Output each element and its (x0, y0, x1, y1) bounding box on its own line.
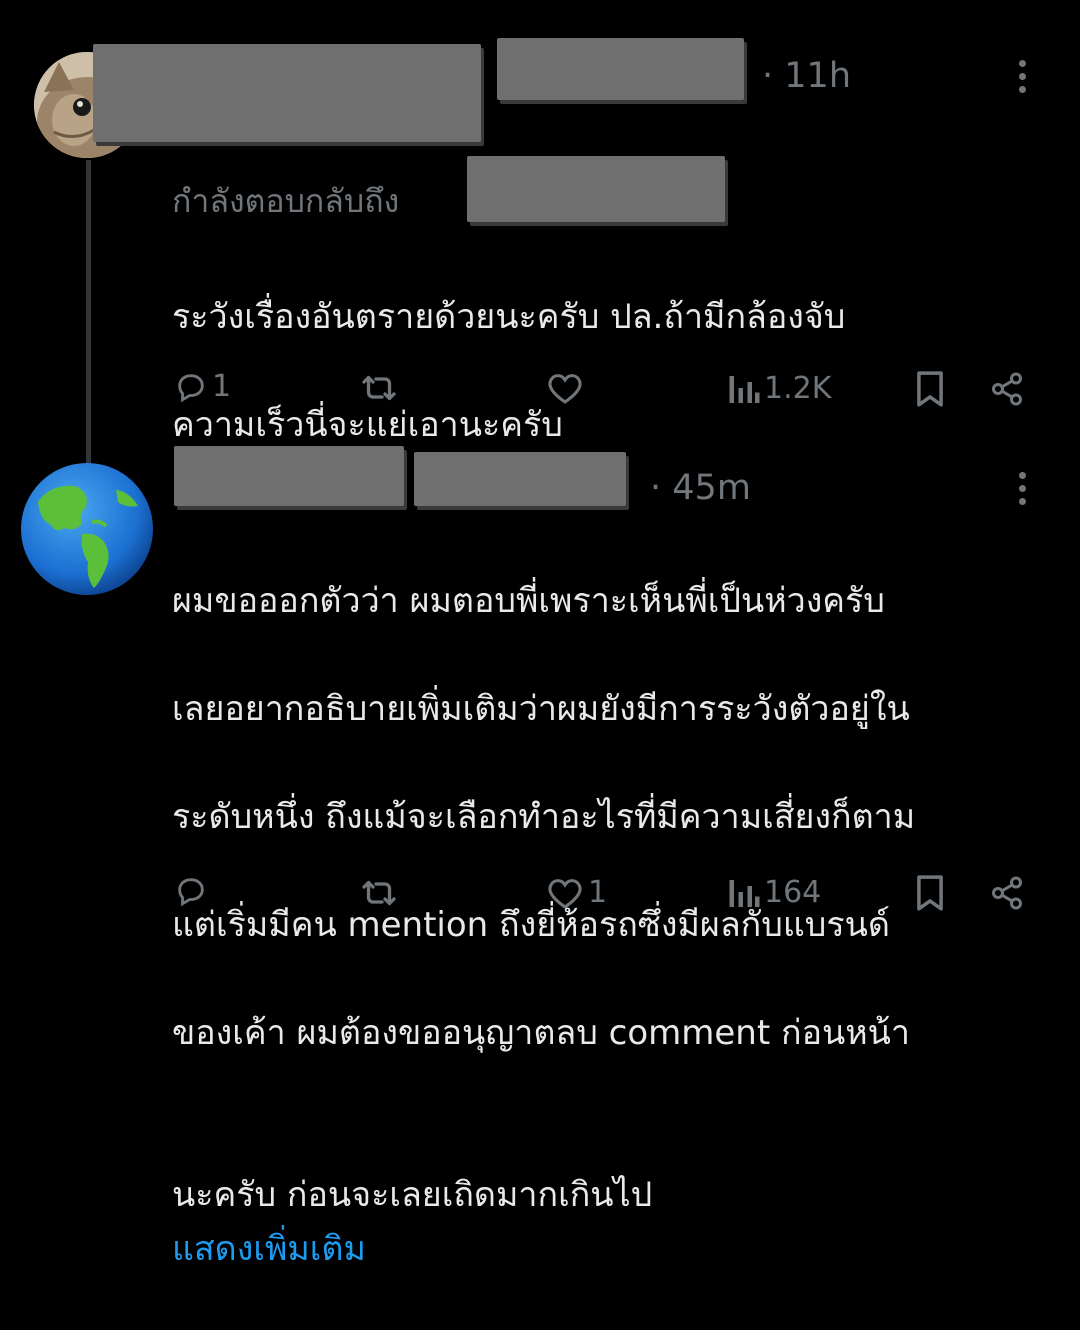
tweet-timestamp[interactable]: · 45m (650, 468, 751, 508)
display-name-redacted (174, 446, 404, 506)
views-icon (729, 376, 760, 403)
more-icon[interactable] (1019, 472, 1029, 511)
tweet-body-line: ระวังเรื่องอันตรายด้วยนะครับ ปล.ถ้ามีกล้… (172, 297, 846, 337)
thread-connector-line (86, 160, 91, 465)
bookmark-button[interactable] (914, 370, 946, 408)
retweet-icon (362, 880, 396, 906)
retweet-icon (362, 375, 396, 401)
tweet-body: ผมขอออกตัวว่า ผมตอบพี่เพราะเห็นพี่เป็นห่… (172, 520, 915, 1330)
tweet-timestamp[interactable]: · 11h (762, 56, 851, 96)
like-count: 1 (588, 875, 608, 910)
bookmark-icon (917, 371, 943, 407)
bookmark-button[interactable] (914, 874, 946, 912)
tweet-body-line: ของเค้า ผมต้องขออนุญาตลบ comment ก่อนหน้… (172, 1013, 910, 1053)
tweet-body-line: ผมขอออกตัวว่า ผมตอบพี่เพราะเห็นพี่เป็นห่… (172, 581, 885, 621)
show-more-link[interactable]: แสดงเพิ่มเติม (172, 1229, 366, 1269)
username-redacted (414, 452, 626, 506)
tweet-body-line: ระดับหนึ่ง ถึงแม้จะเลือกทำอะไรที่มีความเ… (172, 797, 916, 837)
heart-icon (548, 878, 582, 909)
tweet-body-line: ความเร็วนี่จะแย่เอานะครับ (172, 405, 563, 445)
tweet-body-line: นะครับ ก่อนจะเลยเถิดมากเกินไป แสดงเพิ่มเ… (172, 1114, 915, 1276)
more-icon[interactable] (1019, 60, 1029, 99)
replying-to-label: กำลังตอบกลับถึง (172, 182, 400, 220)
views-count: 164 (764, 874, 822, 910)
share-icon (992, 876, 1022, 910)
display-name-redacted (93, 44, 481, 142)
tweet-body-line: เลยอยากอธิบายเพิ่มเติมว่าผมยังมีการระวัง… (172, 689, 910, 729)
views-count: 1.2K (764, 370, 832, 406)
username-redacted (497, 38, 744, 100)
tweet-body-last-line: นะครับ ก่อนจะเลยเถิดมากเกินไป (172, 1175, 653, 1215)
reply-icon (178, 878, 204, 907)
reply-button[interactable] (174, 874, 212, 908)
reply-icon (178, 373, 204, 402)
reply-button[interactable]: 1 (174, 369, 231, 404)
bookmark-icon (917, 875, 943, 911)
avatar[interactable] (20, 462, 154, 596)
retweet-button[interactable] (358, 370, 404, 406)
share-button[interactable] (988, 875, 1026, 911)
like-button[interactable] (546, 371, 588, 405)
share-button[interactable] (988, 371, 1026, 407)
views-button[interactable]: 1.2K (726, 370, 831, 406)
heart-icon (548, 374, 582, 404)
reply-count: 1 (212, 369, 232, 404)
replying-to-handle-redacted[interactable] (467, 156, 725, 222)
like-button[interactable]: 1 (546, 875, 607, 910)
views-button[interactable]: 164 (726, 874, 821, 910)
retweet-button[interactable] (358, 875, 404, 911)
views-icon (729, 880, 760, 907)
share-icon (992, 372, 1022, 406)
